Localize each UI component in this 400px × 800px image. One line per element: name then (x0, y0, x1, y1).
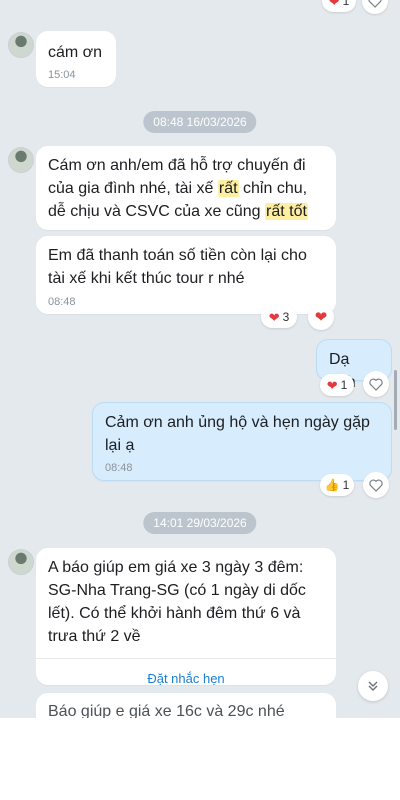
avatar[interactable] (8, 147, 34, 173)
reaction-summary[interactable]: ❤ 1 (322, 0, 356, 12)
message-bubble[interactable]: A báo giúp em giá xe 3 ngày 3 đêm: SG-Nh… (36, 548, 336, 686)
message-text: A báo giúp em giá xe 3 ngày 3 đêm: SG-Nh… (48, 559, 306, 645)
message-text: cám ơn (48, 44, 103, 61)
message-time: 08:48 (105, 462, 133, 474)
thumbs-up-icon: 👍 (324, 478, 340, 492)
react-button[interactable] (363, 371, 389, 397)
heart-outline-icon (369, 478, 383, 492)
heart-icon: ❤ (314, 308, 328, 326)
message-bubble-mine[interactable]: Cảm ơn anh ủng hộ và hẹn ngày gặp lại ạ … (92, 402, 392, 481)
react-button[interactable]: ❤ (308, 304, 334, 330)
message-bubble[interactable]: Cám ơn anh/em đã hỗ trợ chuyến đi của gi… (36, 146, 336, 230)
heart-outline-icon (369, 377, 383, 391)
reaction-summary[interactable]: ❤ 3 (261, 306, 297, 328)
chevron-double-down-icon (368, 681, 378, 691)
message-bubble[interactable]: Báo giúp e giá xe 16c và 29c nhé (36, 693, 336, 718)
scrollbar[interactable] (394, 370, 397, 430)
avatar[interactable] (8, 32, 34, 58)
message-time: 15:04 (48, 69, 76, 81)
scroll-to-bottom-button[interactable] (358, 671, 388, 701)
date-separator: 08:48 16/03/2026 (143, 111, 257, 133)
heart-icon: ❤ (326, 377, 338, 393)
avatar[interactable] (8, 549, 34, 575)
highlight: rất (217, 180, 239, 197)
heart-icon: ❤ (268, 309, 280, 325)
heart-icon: ❤ (328, 0, 340, 9)
date-separator: 14:01 29/03/2026 (143, 512, 257, 534)
highlight: rất tốt (265, 203, 308, 220)
message-bubble[interactable]: Em đã thanh toán số tiền còn lại cho tài… (36, 236, 336, 314)
react-button[interactable] (362, 0, 388, 14)
input-area (0, 718, 400, 800)
message-text: Em đã thanh toán số tiền còn lại cho tài… (48, 247, 307, 287)
message-bubble[interactable]: cám ơn 15:04 (36, 31, 116, 87)
react-button[interactable] (363, 472, 389, 498)
message-text: Báo giúp e giá xe 16c và 29c nhé (48, 703, 285, 718)
heart-outline-icon (368, 0, 382, 8)
message-text: Cám ơn anh/em đã hỗ trợ chuyến đi của gi… (48, 157, 308, 220)
reaction-summary[interactable]: 👍 1 (320, 474, 354, 496)
reaction-summary[interactable]: ❤ 1 (320, 374, 354, 396)
chat-area: ❤ 1 cám ơn 15:04 08:48 16/03/2026 Cám ơn… (0, 0, 400, 718)
message-text: Cảm ơn anh ủng hộ và hẹn ngày gặp lại ạ (105, 414, 370, 454)
